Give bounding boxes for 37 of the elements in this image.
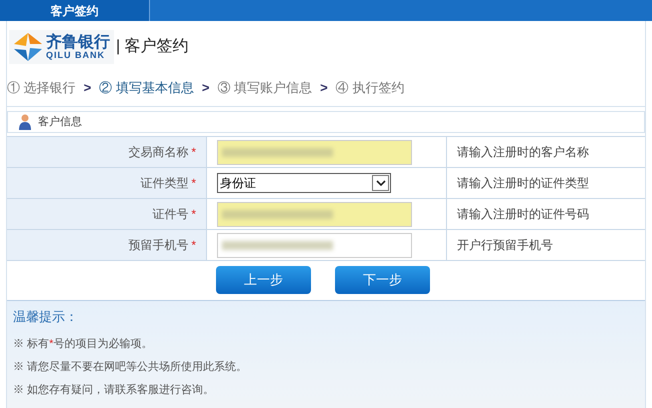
field-label: 证件类型 (140, 175, 188, 192)
required-mark: * (191, 175, 196, 192)
tips-title: 温馨提示： (13, 308, 79, 326)
required-mark: * (191, 206, 196, 223)
tip-text: ※ 标有*号的项目为必输项。 (13, 336, 154, 352)
field-hint: 请输入注册时的证件类型 (457, 175, 589, 192)
step-label: ③ 填写账户信息 (217, 78, 312, 97)
step-separator: > (84, 78, 92, 97)
step-separator: > (202, 78, 210, 97)
field-label: 交易商名称 (128, 144, 188, 161)
step-button[interactable]: 上一步 (216, 266, 311, 294)
field-label: 预留手机号 (128, 237, 188, 254)
field-hint: 请输入注册时的证件号码 (457, 206, 589, 223)
user-icon (18, 114, 32, 130)
bank-name: 齐鲁银行 (46, 34, 110, 50)
panel-title: 客户信息 (38, 114, 82, 130)
required-mark: * (191, 144, 196, 161)
step-button[interactable]: 下一步 (335, 266, 430, 294)
input-field[interactable] (217, 232, 412, 258)
page-title: | 客户签约 (116, 36, 189, 57)
tip-text: ※ 如您存有疑问，请联系客服进行咨询。 (13, 382, 216, 398)
top-tab[interactable]: 客户签约 (0, 0, 150, 21)
logo-icon (13, 32, 43, 62)
step-separator: > (320, 78, 328, 97)
input-field[interactable] (217, 140, 412, 164)
field-label: 证件号 (152, 206, 188, 223)
bank-name-english: QILU BANK (46, 50, 106, 60)
field-hint: 开户行预留手机号 (457, 237, 553, 254)
tip-text: ※ 请您尽量不要在网吧等公共场所使用此系统。 (13, 360, 248, 375)
dropdown-icon (372, 175, 389, 191)
step-label: ④ 执行签约 (336, 78, 404, 97)
required-mark: * (191, 237, 196, 254)
step-label: ② 填写基本信息 (99, 78, 194, 97)
step-label: ① 选择银行 (7, 78, 76, 97)
input-field[interactable] (217, 202, 412, 226)
field-hint: 请输入注册时的客户名称 (457, 144, 589, 161)
id-type-select[interactable]: 身份证 (217, 173, 391, 193)
